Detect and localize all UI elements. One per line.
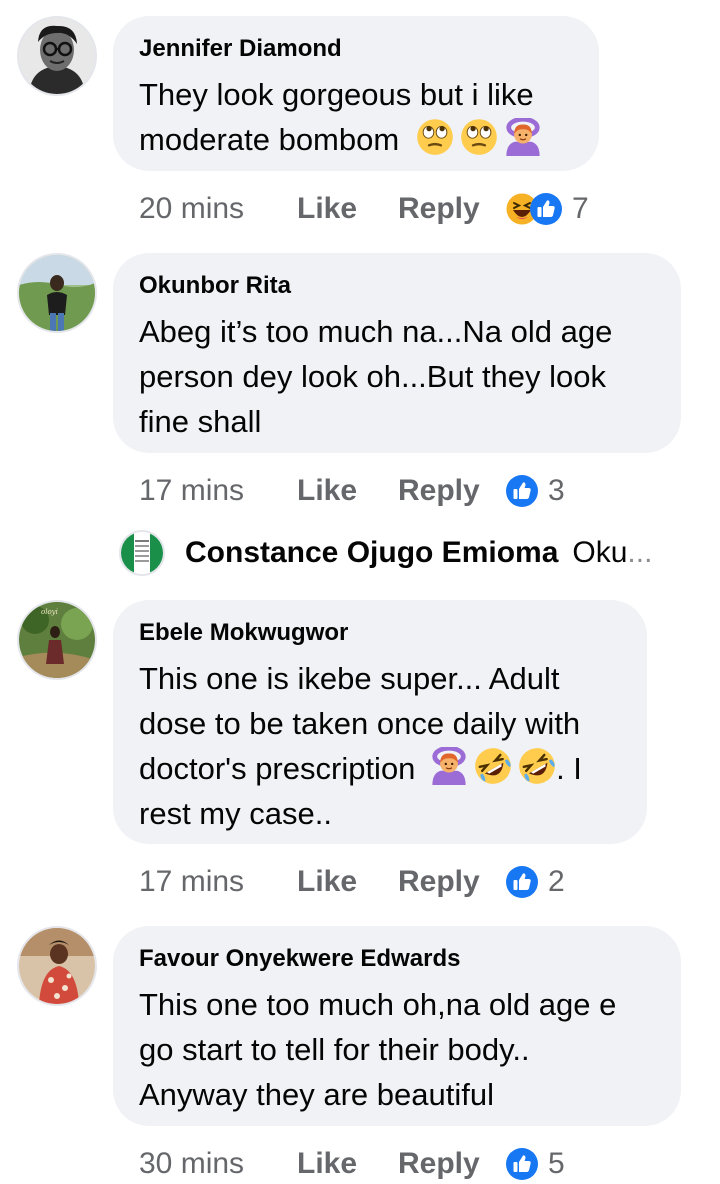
- comment-bubble: Ebele Mokwugwor This one is ikebe super.…: [113, 600, 647, 844]
- comment-text: This one too much oh,na old age e go sta…: [139, 982, 655, 1117]
- reaction-count: 7: [572, 192, 589, 225]
- reply-author[interactable]: Constance Ojugo Emioma: [185, 536, 558, 570]
- comment-actions: 20 mins Like Reply 7: [139, 189, 589, 229]
- like-reaction-icon: [506, 475, 538, 507]
- comment-text: This one is ikebe super... Adult dose to…: [139, 656, 621, 836]
- like-button[interactable]: Like: [297, 192, 398, 226]
- comment-actions: 30 mins Like Reply 5: [139, 1144, 565, 1184]
- avatar-photo: [121, 532, 163, 574]
- comment-timestamp[interactable]: 17 mins: [139, 474, 297, 508]
- rolling-eyes-emoji-icon: [416, 118, 454, 156]
- like-button[interactable]: Like: [297, 865, 398, 899]
- comment-text-line: fine shall: [139, 404, 262, 439]
- reaction-count: 3: [548, 474, 565, 507]
- avatar[interactable]: [17, 16, 97, 96]
- reply-preview-snippet: Oku: [572, 536, 628, 569]
- avatar[interactable]: [17, 926, 97, 1006]
- comment-text-line: go start to tell for their body..: [139, 1032, 530, 1067]
- comment-timestamp[interactable]: 17 mins: [139, 865, 297, 899]
- comment-text-line: rest my case..: [139, 796, 332, 831]
- like-button[interactable]: Like: [297, 474, 398, 508]
- comment-text-line: This one too much oh,na old age e: [139, 987, 617, 1022]
- like-reaction-icon: [506, 1148, 538, 1180]
- svg-text:oloyi: oloyi: [41, 608, 58, 616]
- comment-text-line: dose to be taken once daily with: [139, 706, 581, 741]
- avatar-photo: oloyi: [19, 602, 95, 678]
- person-gesturing-ok-emoji-icon: [430, 747, 468, 785]
- like-reaction-icon: [506, 866, 538, 898]
- avatar-photo: [19, 18, 95, 94]
- comment-author[interactable]: Okunbor Rita: [139, 271, 655, 301]
- reply-button[interactable]: Reply: [398, 1147, 506, 1181]
- like-reaction-icon: [530, 193, 562, 225]
- comment-bubble: Jennifer Diamond They look gorgeous but …: [113, 16, 599, 171]
- comment-text-line: doctor's prescription: [139, 751, 416, 786]
- reply-preview-row[interactable]: Constance Ojugo Emioma Oku...: [119, 530, 689, 576]
- comment-text-line: This one is ikebe super... Adult: [139, 661, 560, 696]
- reply-button[interactable]: Reply: [398, 474, 506, 508]
- avatar[interactable]: [17, 253, 97, 333]
- comment-timestamp[interactable]: 20 mins: [139, 192, 297, 226]
- comment-author[interactable]: Jennifer Diamond: [139, 34, 573, 64]
- comment-text-line: Anyway they are beautiful: [139, 1077, 494, 1112]
- comment-author[interactable]: Favour Onyekwere Edwards: [139, 944, 655, 974]
- comment-actions: 17 mins Like Reply 2: [139, 862, 565, 902]
- reaction-count: 2: [548, 865, 565, 898]
- reply-button[interactable]: Reply: [398, 192, 506, 226]
- avatar-photo: [19, 255, 95, 331]
- rolling-on-floor-laughing-emoji-icon: [518, 747, 556, 785]
- comment-text-line: Abeg it’s too much na...Na old age: [139, 314, 613, 349]
- reaction-summary[interactable]: 2: [506, 865, 565, 899]
- comment-text: They look gorgeous but i like moderate b…: [139, 72, 573, 162]
- like-button[interactable]: Like: [297, 1147, 398, 1181]
- comment-bubble: Okunbor Rita Abeg it’s too much na...Na …: [113, 253, 681, 453]
- avatar-photo: [19, 928, 95, 1004]
- comment-timestamp[interactable]: 30 mins: [139, 1147, 297, 1181]
- comment-bubble: Favour Onyekwere Edwards This one too mu…: [113, 926, 681, 1126]
- comment-author[interactable]: Ebele Mokwugwor: [139, 618, 621, 648]
- comment-text: Abeg it’s too much na...Na old age perso…: [139, 309, 655, 444]
- reply-preview-text: Oku...: [572, 536, 652, 570]
- reaction-summary[interactable]: 5: [506, 1147, 565, 1181]
- reply-button[interactable]: Reply: [398, 865, 506, 899]
- avatar[interactable]: oloyi: [17, 600, 97, 680]
- reaction-summary[interactable]: 7: [506, 192, 589, 226]
- rolling-on-floor-laughing-emoji-icon: [474, 747, 512, 785]
- comment-text-line: person dey look oh...But they look: [139, 359, 607, 394]
- reaction-count: 5: [548, 1147, 565, 1180]
- comment-text-line: . I: [556, 751, 582, 786]
- avatar[interactable]: [119, 530, 165, 576]
- comment-actions: 17 mins Like Reply 3: [139, 471, 565, 511]
- rolling-eyes-emoji-icon: [460, 118, 498, 156]
- reaction-summary[interactable]: 3: [506, 474, 565, 508]
- reply-preview-ellipsis: ...: [627, 536, 653, 569]
- comment-text-line: moderate bombom: [139, 122, 400, 157]
- comment-text-line: They look gorgeous but i like: [139, 77, 534, 112]
- person-gesturing-ok-emoji-icon: [504, 118, 542, 156]
